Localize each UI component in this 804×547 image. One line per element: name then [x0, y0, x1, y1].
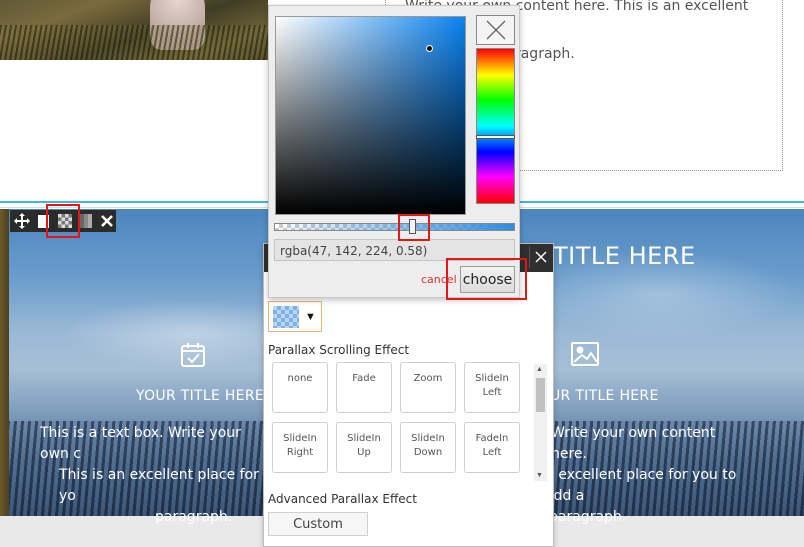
effect-label: SlideIn — [347, 433, 381, 444]
effect-fadein-left-button[interactable]: FadeIn Left — [464, 422, 520, 473]
photo-grass — [0, 25, 268, 60]
alpha-slider[interactable] — [274, 223, 515, 231]
effect-label: SlideIn — [283, 433, 317, 444]
effect-label: SlideIn — [475, 373, 509, 384]
effect-label: FadeIn — [475, 433, 509, 444]
effect-slidein-left-button[interactable]: SlideIn Left — [464, 362, 520, 413]
column3-body-line2: n excellent place for you to add a — [545, 467, 737, 504]
color-swatch-dropdown[interactable]: ▼ — [268, 301, 322, 332]
effect-label: Zoom — [413, 373, 443, 384]
effect-fade-button[interactable]: Fade — [336, 362, 392, 413]
column1-body-line2: This is an excellent place for yo — [59, 467, 259, 504]
hue-marker[interactable] — [476, 135, 515, 139]
parallax-label: Parallax Scrolling Effect — [268, 343, 410, 357]
scroll-up-icon[interactable]: ▲ — [536, 366, 543, 373]
column3-body-line1: Write your own content here. — [551, 425, 716, 462]
caret-down-icon: ▼ — [305, 310, 316, 323]
effect-slidein-right-button[interactable]: SlideIn Right — [272, 422, 328, 473]
section-left-edge — [0, 209, 9, 516]
column3-title[interactable]: UR TITLE HERE — [550, 388, 659, 404]
custom-parallax-button[interactable]: Custom — [268, 512, 368, 536]
effect-label-2: Down — [413, 447, 443, 458]
advanced-parallax-label: Advanced Parallax Effect — [268, 492, 417, 506]
effect-label-2: Up — [357, 447, 371, 458]
hue-slider[interactable] — [476, 48, 515, 204]
column3-body-line3: paragraph. — [549, 509, 627, 525]
sv-cursor[interactable] — [426, 45, 433, 52]
column1-body-line1: This is a text box. Write your own c — [40, 425, 241, 462]
effect-label-2: Left — [482, 447, 502, 458]
scroll-down-icon[interactable]: ▼ — [536, 472, 543, 479]
image-icon — [570, 341, 600, 372]
effect-label: Fade — [352, 373, 376, 384]
effect-label: SlideIn — [411, 433, 445, 444]
highlight-alpha-handle — [398, 214, 430, 241]
effects-scrollbar[interactable]: ▲ ▼ — [534, 364, 547, 481]
section-title[interactable]: TITLE HERE — [553, 242, 696, 270]
highlight-background-button — [46, 204, 80, 238]
column3-body[interactable]: Write your own content here. n excellent… — [545, 423, 755, 528]
color-picker-popup: rgba(47, 142, 224, 0.58) cancel choose — [268, 5, 520, 298]
column1-title[interactable]: YOUR TITLE HERE — [136, 388, 264, 404]
parallax-effect-grid: none Fade Zoom SlideIn Left SlideIn Right … — [272, 362, 522, 473]
effect-label-2: Right — [286, 447, 314, 458]
move-icon[interactable] — [13, 212, 30, 230]
effect-label-2: Left — [482, 387, 502, 398]
panel-close-icon[interactable] — [529, 246, 551, 268]
selected-color-swatch — [273, 305, 299, 328]
effect-zoom-button[interactable]: Zoom — [400, 362, 456, 413]
column1-body-line3: paragraph. — [155, 509, 233, 525]
highlight-choose-button — [446, 258, 527, 300]
effect-slidein-up-button[interactable]: SlideIn Up — [336, 422, 392, 473]
column1-body[interactable]: This is a text box. Write your own c Thi… — [30, 423, 270, 528]
effect-slidein-down-button[interactable]: SlideIn Down — [400, 422, 456, 473]
close-icon[interactable] — [99, 212, 116, 230]
picker-close-icon[interactable] — [476, 15, 515, 45]
effect-none-button[interactable]: none — [272, 362, 328, 413]
effect-label: none — [287, 373, 313, 384]
header-photo — [0, 0, 268, 60]
saturation-value-area[interactable] — [275, 16, 466, 215]
scroll-thumb[interactable] — [536, 378, 545, 412]
calendar-check-icon — [179, 341, 207, 374]
